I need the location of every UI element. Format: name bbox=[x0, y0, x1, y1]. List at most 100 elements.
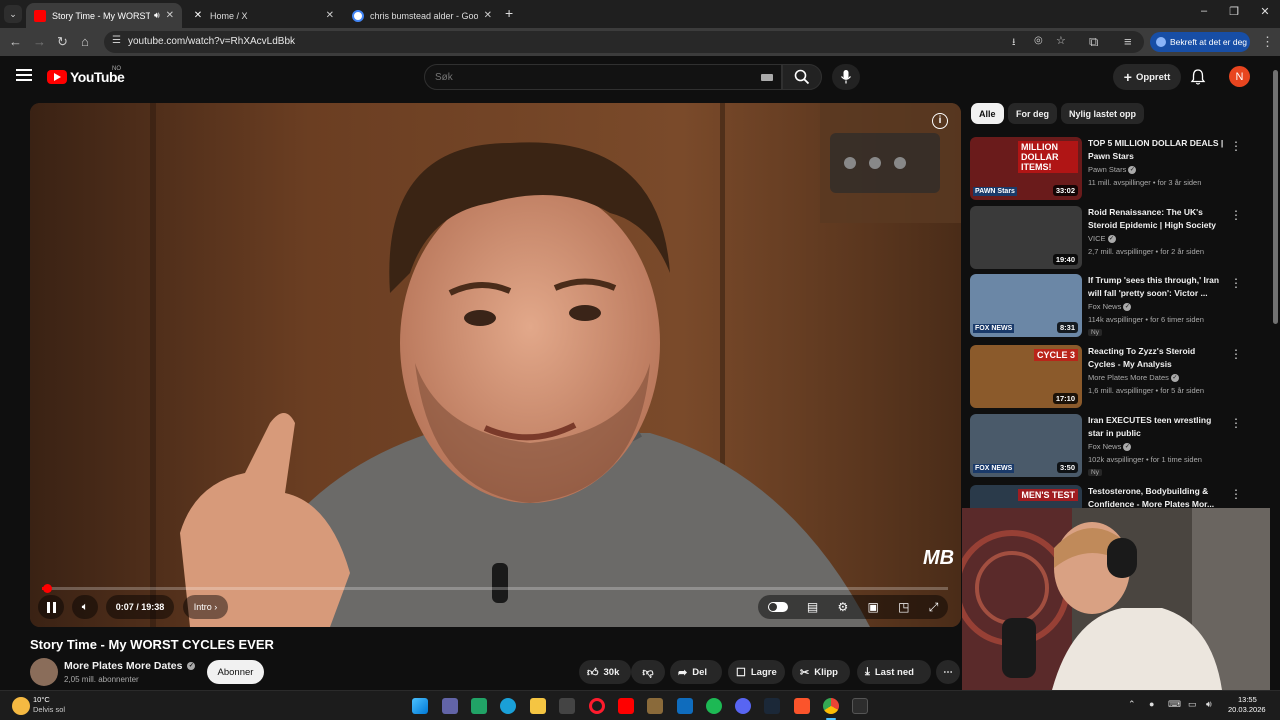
teams-icon[interactable] bbox=[442, 698, 458, 714]
recommendation-title[interactable]: TOP 5 MILLION DOLLAR DEALS | Pawn Stars bbox=[1088, 137, 1224, 163]
close-tab-icon[interactable]: ✕ bbox=[166, 10, 174, 21]
save-button[interactable]: ☐ Lagre bbox=[728, 660, 785, 684]
more-options-icon[interactable]: ⋮ bbox=[1230, 276, 1242, 290]
show-hidden-icons-icon[interactable]: ⌃ bbox=[1128, 699, 1136, 710]
info-icon[interactable]: i bbox=[932, 113, 948, 129]
create-button[interactable]: + Opprett bbox=[1113, 64, 1181, 90]
autoplay-toggle-icon[interactable] bbox=[767, 602, 788, 612]
address-bar[interactable]: ☰ youtube.com/watch?v=RhXAcvLdBbk ⭳ ◎ ☆ bbox=[104, 31, 1144, 53]
mute-button[interactable]: 🔈︎ bbox=[72, 595, 98, 619]
recommendation-thumbnail[interactable]: 19:40 bbox=[970, 206, 1082, 269]
recommendation-channel[interactable]: VICE ✓ bbox=[1088, 234, 1116, 244]
minimize-window-icon[interactable]: – bbox=[1189, 5, 1219, 17]
chapter-button[interactable]: Intro › bbox=[183, 595, 228, 619]
channel-avatar[interactable] bbox=[30, 658, 58, 686]
fullscreen-icon[interactable]: ⤢ bbox=[929, 600, 939, 615]
recommendation-title[interactable]: Iran EXECUTES teen wrestling star in pub… bbox=[1088, 414, 1224, 440]
new-tab-button[interactable]: + bbox=[505, 5, 513, 21]
recommendation-item[interactable]: CYCLE 3 17:10 Reacting To Zyzz's Steroid C… bbox=[970, 345, 1270, 409]
recommendation-channel[interactable]: Fox News ✓ bbox=[1088, 302, 1132, 312]
filter-chip-recent[interactable]: Nylig lastet opp bbox=[1061, 103, 1145, 124]
clip-button[interactable]: ✂︎ Klipp bbox=[792, 660, 850, 684]
download-button[interactable]: ⤓ Last ned bbox=[857, 660, 931, 684]
store-icon[interactable] bbox=[559, 698, 575, 714]
profile-button[interactable]: Bekreft at det er deg bbox=[1150, 32, 1250, 52]
like-button[interactable]: 👍︎ 30k bbox=[579, 660, 631, 684]
steam-icon[interactable] bbox=[764, 698, 780, 714]
maximize-window-icon[interactable]: ❐ bbox=[1219, 5, 1249, 18]
forward-arrow-icon[interactable]: → bbox=[33, 35, 46, 49]
tab-search-button[interactable]: ⌄ bbox=[4, 5, 22, 23]
recommendation-thumbnail[interactable]: FOX NEWS 8:31 bbox=[970, 274, 1082, 337]
recommendation-title[interactable]: Reacting To Zyzz's Steroid Cycles - My A… bbox=[1088, 345, 1224, 371]
weather-icon[interactable] bbox=[12, 697, 30, 715]
voice-search-button[interactable] bbox=[832, 64, 860, 90]
scrollbar-thumb[interactable] bbox=[1273, 70, 1278, 324]
subscribe-button[interactable]: Abonner bbox=[207, 660, 264, 684]
recommendation-item[interactable]: FOX NEWS 3:50 Iran EXECUTES teen wrestling… bbox=[970, 414, 1270, 478]
share-button[interactable]: ➦ Del bbox=[670, 660, 722, 684]
file-explorer-icon[interactable] bbox=[530, 698, 546, 714]
recommendation-thumbnail[interactable]: FOX NEWS 3:50 bbox=[970, 414, 1082, 477]
install-app-icon[interactable]: ⭳ bbox=[1012, 35, 1016, 52]
opera-icon[interactable] bbox=[589, 698, 605, 714]
channel-watermark[interactable]: MB bbox=[923, 547, 954, 570]
search-input[interactable] bbox=[435, 69, 755, 85]
recommendation-item[interactable]: MILLION DOLLAR ITEMS! PAWN Stars 33:02 TOP … bbox=[970, 137, 1270, 201]
settings-gear-icon[interactable]: ⚙︎ bbox=[838, 600, 849, 614]
channel-name[interactable]: More Plates More Dates ✓ bbox=[64, 660, 196, 672]
youtube-app-icon[interactable] bbox=[618, 698, 634, 714]
keyboard-tray-icon[interactable]: ⌨︎ bbox=[1168, 699, 1181, 710]
close-tab-icon[interactable]: ✕ bbox=[484, 10, 492, 21]
recommendation-thumbnail[interactable]: CYCLE 3 17:10 bbox=[970, 345, 1082, 408]
chrome-menu-icon[interactable]: ⋮ bbox=[1261, 35, 1274, 49]
recommendation-item[interactable]: FOX NEWS 8:31 If Trump 'sees this through,… bbox=[970, 274, 1270, 338]
recommendation-channel[interactable]: Fox News ✓ bbox=[1088, 442, 1132, 452]
recommendation-thumbnail[interactable]: MILLION DOLLAR ITEMS! PAWN Stars 33:02 bbox=[970, 137, 1082, 200]
reading-list-icon[interactable]: ≡ bbox=[1124, 35, 1132, 49]
progress-scrubber[interactable] bbox=[43, 584, 52, 593]
chat-app-icon[interactable] bbox=[471, 698, 487, 714]
outlook-icon[interactable] bbox=[677, 698, 693, 714]
browser-tab-x[interactable]: ✕ Home / X ✕ bbox=[184, 3, 342, 28]
browser-tab-youtube[interactable]: Story Time - My WORST CYCLES EVER 🔊︎ ✕ bbox=[26, 3, 182, 28]
eye-off-icon[interactable]: ◎ bbox=[1034, 35, 1043, 46]
extensions-icon[interactable]: ⧉ bbox=[1089, 35, 1098, 49]
discord-icon[interactable] bbox=[735, 698, 751, 714]
miniplayer-icon[interactable]: ▣ bbox=[868, 600, 879, 614]
video-player[interactable]: i MB 🔈︎ 0:07 / 19:38 Intro › ▤ ⚙︎ ▣ ◳ ⤢ bbox=[30, 103, 961, 627]
cast-icon[interactable]: ◳ bbox=[898, 600, 909, 614]
progress-bar[interactable] bbox=[42, 584, 948, 593]
clock-time[interactable]: 13:55 bbox=[1238, 695, 1257, 704]
more-options-icon[interactable]: ⋮ bbox=[1230, 416, 1242, 430]
weather-temperature[interactable]: 10°C bbox=[33, 695, 50, 704]
game-app-icon[interactable] bbox=[647, 698, 663, 714]
start-menu-icon[interactable] bbox=[412, 698, 428, 714]
display-tray-icon[interactable]: ▭ bbox=[1188, 699, 1197, 710]
menu-icon[interactable] bbox=[16, 69, 32, 81]
more-options-icon[interactable]: ⋮ bbox=[1230, 208, 1242, 222]
reload-icon[interactable]: ↻ bbox=[57, 35, 68, 49]
notifications-bell-icon[interactable] bbox=[1190, 68, 1206, 86]
clock-date[interactable]: 20.03.2026 bbox=[1228, 705, 1266, 714]
spotify-icon[interactable] bbox=[706, 698, 722, 714]
more-options-icon[interactable]: ⋮ bbox=[1230, 347, 1242, 361]
terminal-icon[interactable] bbox=[852, 698, 868, 714]
bookmark-star-icon[interactable]: ☆ bbox=[1056, 34, 1066, 47]
home-icon[interactable]: ⌂ bbox=[81, 35, 89, 49]
brave-icon[interactable] bbox=[794, 698, 810, 714]
subtitles-icon[interactable]: ▤ bbox=[807, 600, 818, 614]
weather-description[interactable]: Delvis sol bbox=[33, 705, 65, 714]
page-scrollbar[interactable] bbox=[1270, 56, 1280, 690]
close-tab-icon[interactable]: ✕ bbox=[326, 10, 334, 21]
chrome-icon[interactable] bbox=[823, 698, 839, 714]
edge-icon[interactable] bbox=[500, 698, 516, 714]
volume-tray-icon[interactable]: 🔊︎ bbox=[1206, 699, 1212, 710]
more-options-icon[interactable]: ⋮ bbox=[1230, 139, 1242, 153]
account-avatar[interactable]: N bbox=[1229, 66, 1250, 87]
browser-tab-google[interactable]: chris bumstead alder - Google ✕ bbox=[344, 3, 500, 28]
close-window-icon[interactable]: ✕ bbox=[1250, 5, 1280, 18]
back-arrow-icon[interactable]: ← bbox=[9, 35, 22, 49]
microphone-tray-icon[interactable]: ● bbox=[1149, 699, 1154, 709]
more-actions-button[interactable]: ⋯ bbox=[936, 660, 960, 684]
